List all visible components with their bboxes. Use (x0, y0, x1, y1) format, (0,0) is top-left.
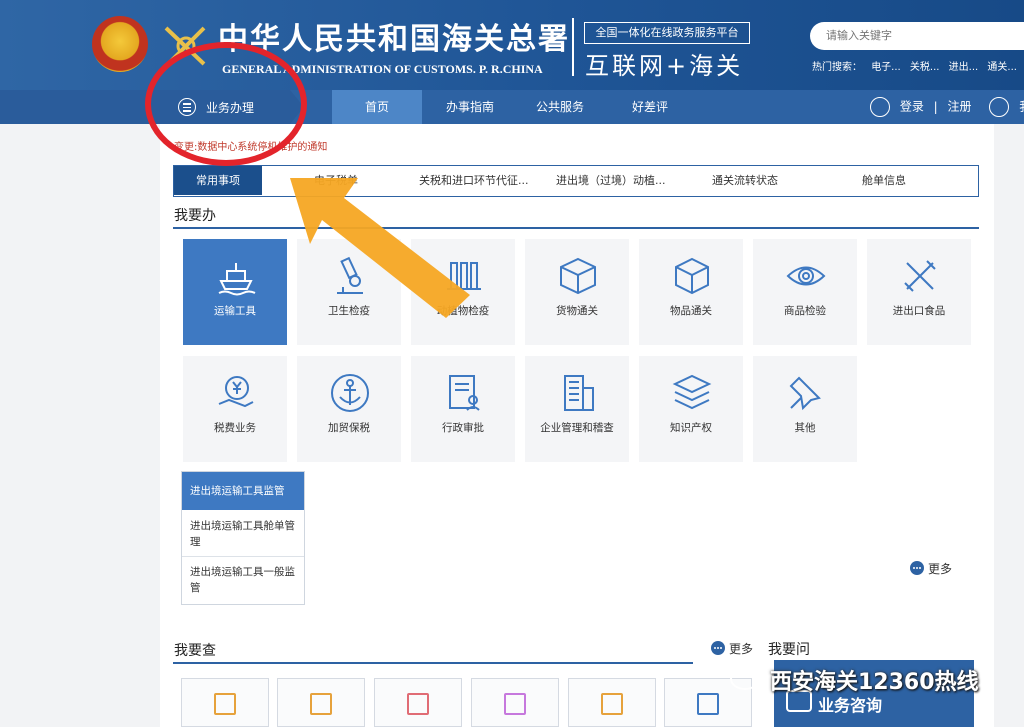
hot-search-label: 热门搜索： (812, 62, 862, 73)
chat-icon (870, 97, 890, 117)
tile-label: 物品通关 (670, 305, 712, 317)
tab-guide[interactable]: 办事指南 (428, 90, 512, 124)
sub-list-header[interactable]: 进出境运输工具监管 (182, 472, 304, 510)
document-user-icon (449, 375, 480, 411)
hot-search-item[interactable]: 电子... (871, 62, 901, 73)
hot-search-item[interactable]: 通关... (987, 62, 1017, 73)
query-card-icon (601, 693, 623, 715)
platform-label[interactable]: 全国一体化在线政务服务平台 (584, 22, 750, 44)
tile-label: 动植物检疫 (436, 305, 490, 317)
tile-commodity-inspection[interactable]: 商品检验 (753, 239, 857, 345)
user-icon[interactable] (989, 97, 1010, 117)
search-input[interactable] (810, 22, 1024, 50)
platform-title[interactable]: 互联网+海关 (585, 46, 743, 81)
service-tab-common[interactable]: 常用事项 (174, 166, 262, 195)
tile-label: 进出口食品 (892, 305, 946, 317)
tile-label: 货物通关 (556, 305, 598, 317)
query-card-icon (214, 693, 236, 715)
tile-label: 企业管理和稽查 (540, 422, 614, 434)
tile-enterprise-audit[interactable]: 企业管理和稽查 (525, 356, 629, 462)
tab-public-service[interactable]: 公共服务 (518, 90, 602, 124)
sub-list-item[interactable]: 进出境运输工具一般监管 (190, 564, 302, 596)
query-card-icon (407, 693, 429, 715)
tile-food-import-export[interactable]: 进出口食品 (867, 239, 971, 345)
more-icon (711, 641, 725, 655)
service-tabs: 常用事项 电子税单 关税和进口环节代征... 进出境（过境）动植... 通关流转… (173, 165, 979, 197)
tile-bonded-processing[interactable]: 加贸保税 (297, 356, 401, 462)
service-tab-manifest[interactable]: 舱单信息 (862, 166, 906, 195)
utensils-icon (904, 260, 936, 292)
login-link[interactable]: 登录 (900, 100, 924, 114)
national-emblem-icon (92, 16, 148, 72)
sub-list-divider (182, 556, 304, 557)
tile-tax-business[interactable]: 税费业务 (183, 356, 287, 462)
service-tab-clearance-status[interactable]: 通关流转状态 (712, 166, 778, 195)
sub-list-item[interactable]: 进出境运输工具舱单管理 (190, 518, 302, 550)
query-card-icon (504, 693, 526, 715)
tile-health-quarantine[interactable]: 卫生检疫 (297, 239, 401, 345)
tile-label: 知识产权 (670, 422, 712, 434)
hot-search-item[interactable]: 进出... (949, 62, 979, 73)
section-title-do: 我要办 (174, 208, 216, 224)
tile-label: 行政审批 (442, 422, 484, 434)
query-card-icon (697, 693, 719, 715)
pin-icon (789, 376, 821, 411)
hot-search-item[interactable]: 关税... (910, 62, 940, 73)
layers-icon (672, 374, 712, 410)
tile-article-clearance[interactable]: 物品通关 (639, 239, 743, 345)
tile-intellectual-property[interactable]: 知识产权 (639, 356, 743, 462)
yen-hand-icon (218, 376, 254, 408)
anchor-icon (331, 374, 369, 412)
annotation-circle (145, 42, 307, 166)
query-card[interactable] (568, 678, 656, 727)
tile-plant-quarantine[interactable]: 动植物检疫 (411, 239, 515, 345)
tab-home[interactable]: 首页 (332, 90, 422, 124)
tile-label: 运输工具 (214, 305, 256, 317)
tile-transport[interactable]: 运输工具 (183, 239, 287, 345)
plant-icon (447, 262, 481, 290)
tab-evaluation[interactable]: 好差评 (608, 90, 692, 124)
more-label: 更多 (928, 562, 953, 576)
microscope-icon (337, 256, 363, 294)
tile-label: 税费业务 (214, 422, 256, 434)
query-card[interactable] (181, 678, 269, 727)
eye-icon (786, 266, 826, 286)
tile-label: 加贸保税 (328, 422, 370, 434)
query-card[interactable] (374, 678, 462, 727)
nav-separator: | (933, 99, 938, 114)
more-label: 更多 (729, 642, 754, 656)
tile-label: 卫生检疫 (328, 305, 370, 317)
section-divider (173, 227, 979, 229)
watermark: 西安海关12360热线 (770, 670, 979, 695)
tile-label: 商品检验 (784, 305, 826, 317)
tile-label: 其他 (794, 422, 816, 434)
transport-sub-list: 进出境运输工具监管 进出境运输工具舱单管理 进出境运输工具一般监管 (181, 471, 305, 605)
section-divider (173, 662, 693, 664)
tile-admin-approval[interactable]: 行政审批 (411, 356, 515, 462)
section-title-ask: 我要问 (768, 642, 810, 658)
account-area: 登录 | 注册 我 (870, 97, 1024, 117)
register-link[interactable]: 注册 (948, 100, 972, 114)
tile-other[interactable]: 其他 (753, 356, 857, 462)
query-card[interactable] (471, 678, 559, 727)
box-icon (560, 257, 596, 295)
cube-icon (675, 257, 709, 295)
service-tab-tax-bill[interactable]: 电子税单 (314, 166, 358, 195)
ship-icon (218, 263, 256, 296)
header-divider (572, 18, 574, 76)
service-tab-duties[interactable]: 关税和进口环节代征... (419, 166, 529, 195)
more-button-do[interactable]: 更多 (910, 560, 952, 577)
service-tab-quarantine[interactable]: 进出境（过境）动植... (556, 166, 666, 195)
query-card-icon (310, 693, 332, 715)
building-icon (564, 375, 594, 411)
user-link[interactable]: 我 (1019, 100, 1024, 114)
tile-goods-clearance[interactable]: 货物通关 (525, 239, 629, 345)
more-button-check[interactable]: 更多 (711, 640, 753, 657)
section-title-check: 我要查 (174, 643, 216, 659)
hot-search: 热门搜索： 电子... 关税... 进出... 通关... (812, 58, 1023, 73)
query-card[interactable] (277, 678, 365, 727)
more-icon (910, 561, 924, 575)
